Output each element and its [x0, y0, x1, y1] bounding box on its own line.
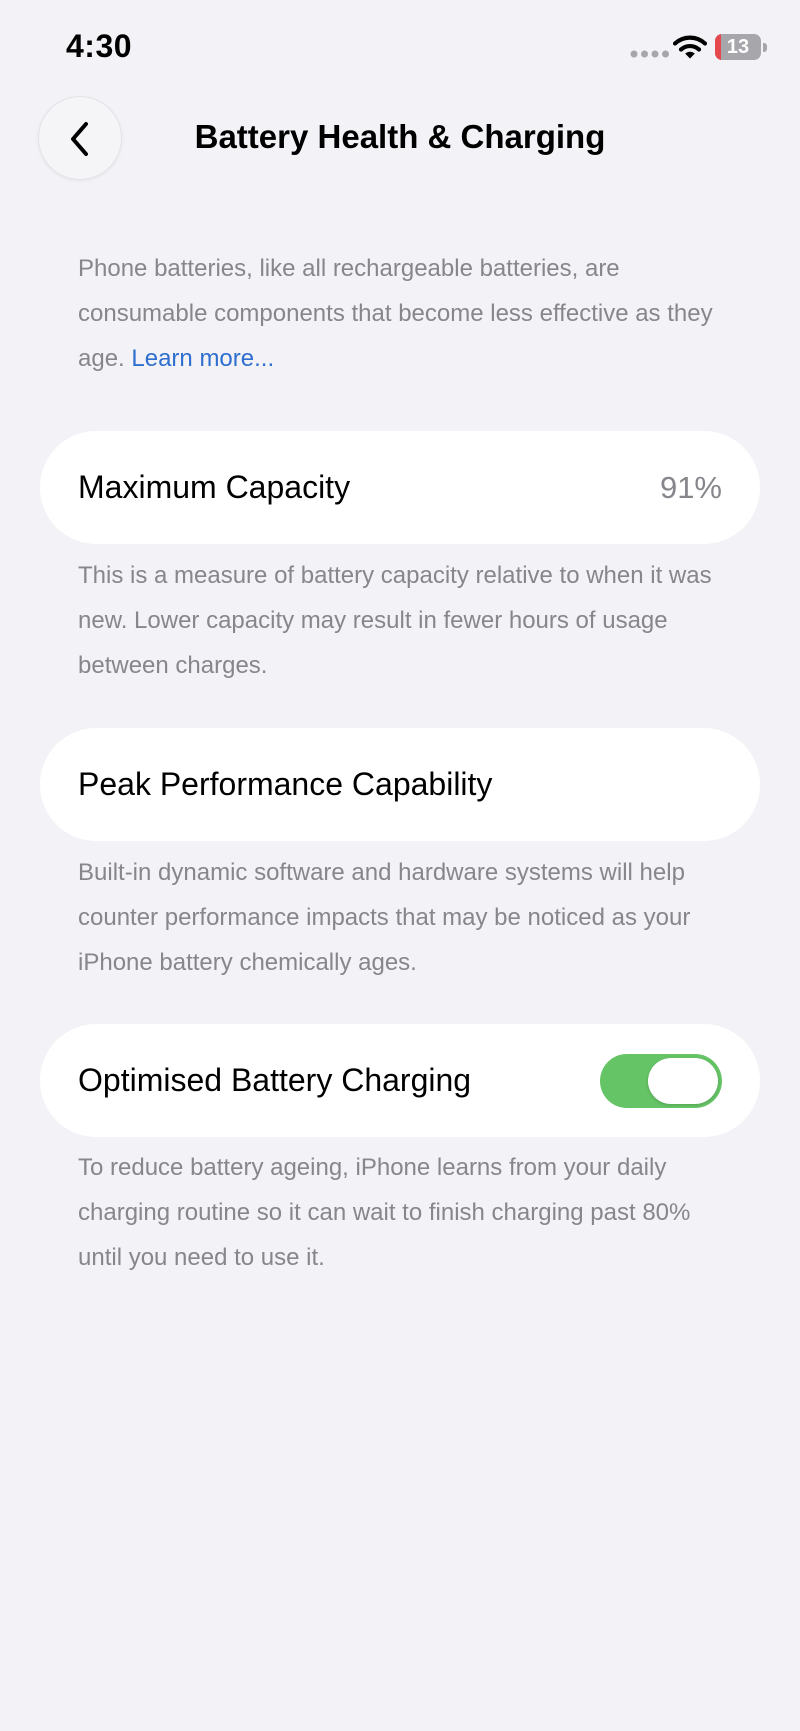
performance-footer: Built-in dynamic software and hardware s…	[78, 859, 691, 976]
learn-more-link[interactable]: Learn more...	[131, 345, 274, 372]
optimised-charging-label: Optimised Battery Charging	[78, 1062, 472, 1098]
toggle-knob	[648, 1058, 718, 1104]
wifi-icon	[673, 35, 707, 59]
maximum-capacity-row: Maximum Capacity 91%	[40, 431, 760, 544]
maximum-capacity-label: Maximum Capacity	[78, 469, 351, 505]
intro-text: Phone batteries, like all rechargeable b…	[78, 246, 738, 381]
signal-dots-icon	[630, 50, 669, 58]
optimised-charging-row: Optimised Battery Charging	[40, 1024, 760, 1137]
optimised-charging-toggle[interactable]	[600, 1054, 722, 1108]
battery-cap	[763, 43, 767, 52]
capacity-footer: This is a measure of battery capacity re…	[78, 562, 712, 679]
battery-level: 13	[726, 36, 750, 58]
peak-performance-label: Peak Performance Capability	[78, 766, 493, 802]
optimised-footer: To reduce battery ageing, iPhone learns …	[78, 1154, 691, 1271]
battery-icon: 13	[715, 34, 767, 60]
battery-body: 13	[715, 34, 761, 60]
status-bar: 4:30 13	[0, 0, 800, 90]
status-time: 4:30	[66, 28, 133, 64]
peak-performance-row[interactable]: Peak Performance Capability	[40, 728, 760, 841]
maximum-capacity-value: 91%	[659, 470, 722, 505]
page-title: Battery Health & Charging	[194, 118, 606, 155]
